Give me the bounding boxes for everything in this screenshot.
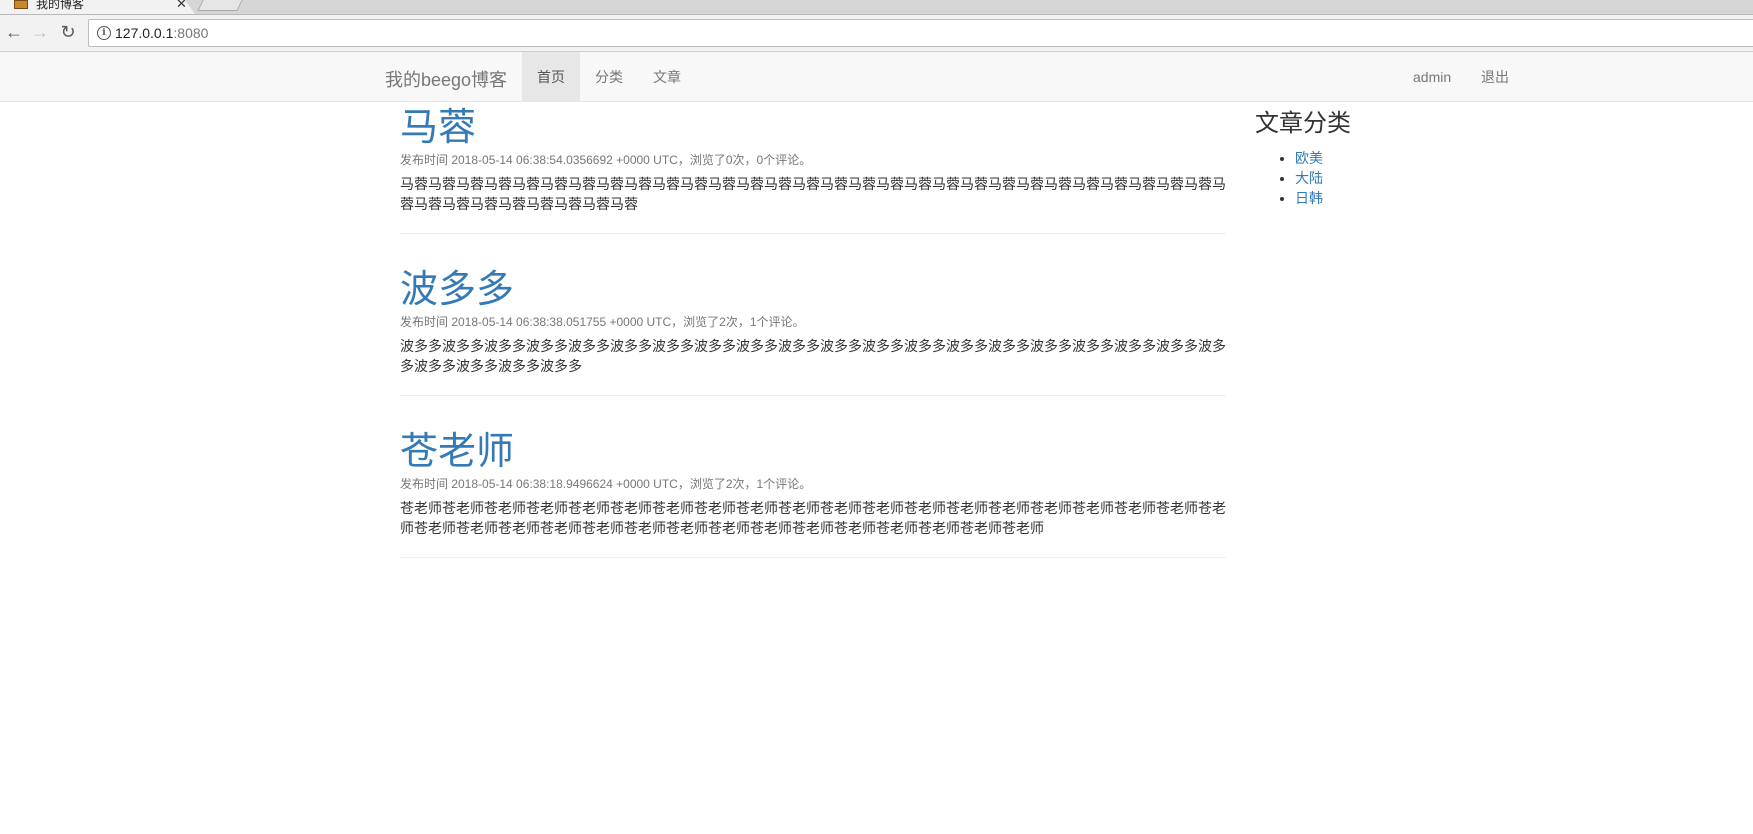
category-sidebar: 文章分类 欧美 大陆 日韩	[1255, 108, 1455, 208]
back-arrow-icon[interactable]: ←	[2, 21, 26, 43]
forward-arrow-icon[interactable]: →	[28, 21, 52, 43]
sidebar-title: 文章分类	[1255, 110, 1351, 137]
article-item: 波多多 发布时间 2018-05-14 06:38:38.051755 +000…	[400, 268, 1226, 396]
article-meta: 发布时间 2018-05-14 06:38:18.9496624 +0000 U…	[400, 477, 812, 491]
close-tab-icon[interactable]: ✕	[176, 0, 187, 12]
nav-articles[interactable]: 文章	[638, 52, 696, 102]
category-list: 欧美 大陆 日韩	[1255, 148, 1455, 208]
article-title-link[interactable]: 波多多	[400, 268, 1226, 312]
favicon-icon	[14, 0, 28, 9]
reload-icon[interactable]: ↻	[56, 21, 80, 43]
nav-categories[interactable]: 分类	[580, 52, 638, 102]
new-tab-button[interactable]	[197, 0, 243, 11]
address-bar[interactable]: i 127.0.0.1:8080	[88, 19, 1753, 47]
category-link[interactable]: 大陆	[1295, 170, 1323, 186]
nav-home[interactable]: 首页	[522, 52, 580, 102]
article-body: 苍老师苍老师苍老师苍老师苍老师苍老师苍老师苍老师苍老师苍老师苍老师苍老师苍老师苍…	[400, 500, 1226, 536]
list-item: 日韩	[1295, 188, 1455, 208]
article-item: 马蓉 发布时间 2018-05-14 06:38:54.0356692 +000…	[400, 106, 1226, 234]
article-meta: 发布时间 2018-05-14 06:38:38.051755 +0000 UT…	[400, 315, 805, 329]
browser-tab[interactable]: 我的博客 ✕	[0, 0, 195, 14]
list-item: 欧美	[1295, 148, 1455, 168]
nav-user[interactable]: admin	[1398, 52, 1466, 102]
article-title-link[interactable]: 苍老师	[400, 430, 1226, 474]
site-navbar: 我的beego博客 首页 分类 文章 admin 退出	[0, 52, 1753, 102]
brand-link[interactable]: 我的beego博客	[385, 66, 507, 92]
article-item: 苍老师 发布时间 2018-05-14 06:38:18.9496624 +00…	[400, 430, 1226, 558]
article-meta: 发布时间 2018-05-14 06:38:54.0356692 +0000 U…	[400, 153, 812, 167]
article-title-link[interactable]: 马蓉	[400, 106, 1226, 150]
article-list: 马蓉 发布时间 2018-05-14 06:38:54.0356692 +000…	[400, 102, 1226, 592]
category-link[interactable]: 欧美	[1295, 150, 1323, 166]
browser-tabstrip: 我的博客 ✕	[0, 0, 1753, 15]
article-body: 马蓉马蓉马蓉马蓉马蓉马蓉马蓉马蓉马蓉马蓉马蓉马蓉马蓉马蓉马蓉马蓉马蓉马蓉马蓉马蓉…	[400, 176, 1226, 212]
nav-logout[interactable]: 退出	[1466, 52, 1524, 102]
info-icon[interactable]: i	[97, 26, 111, 40]
list-item: 大陆	[1295, 168, 1455, 188]
tab-title: 我的博客	[36, 0, 85, 11]
category-link[interactable]: 日韩	[1295, 190, 1323, 206]
browser-toolbar: ← → ↻ i 127.0.0.1:8080	[0, 15, 1753, 52]
url-text[interactable]: 127.0.0.1:8080	[115, 25, 208, 41]
article-body: 波多多波多多波多多波多多波多多波多多波多多波多多波多多波多多波多多波多多波多多波…	[400, 338, 1226, 374]
